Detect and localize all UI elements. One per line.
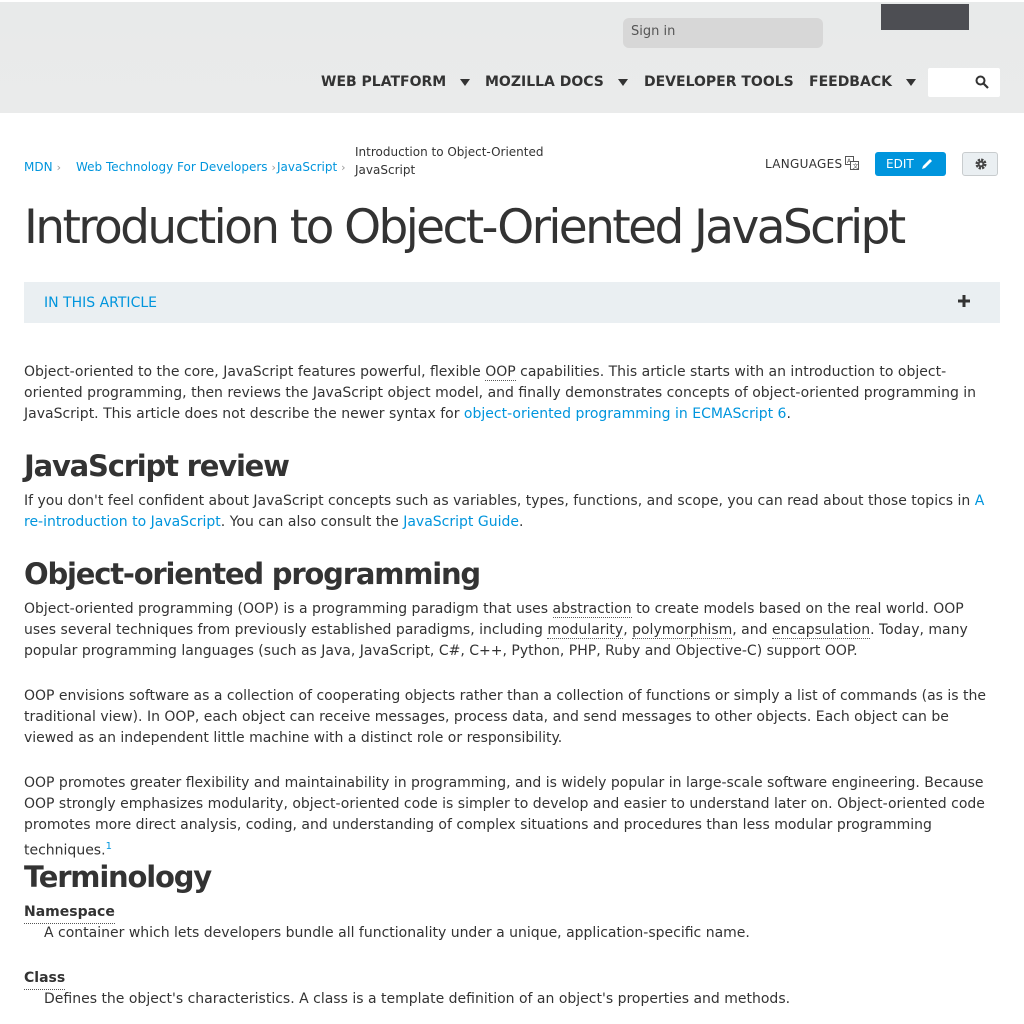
intro-paragraph: Object-oriented to the core, JavaScript …: [24, 362, 1000, 425]
breadcrumb-label[interactable]: Web Technology For Developers: [76, 160, 268, 174]
heading-terminology: Terminology: [24, 860, 212, 894]
mozilla-tab[interactable]: [881, 4, 969, 30]
site-header: Sign in WEB PLATFORM MOZILLA DOCS DEVELO…: [0, 0, 1024, 113]
review-paragraph: If you don't feel confident about JavaSc…: [24, 491, 1000, 533]
page-title: Introduction to Object-Oriented JavaScri…: [24, 200, 906, 255]
text: If you don't feel confident about JavaSc…: [24, 493, 975, 509]
oop-paragraph-1: Object-oriented programming (OOP) is a p…: [24, 599, 1000, 662]
footnote-link[interactable]: 1: [106, 841, 112, 852]
nav-developer-tools[interactable]: DEVELOPER TOOLS: [644, 74, 794, 90]
term-modularity: modularity: [547, 622, 624, 639]
term-namespace: Namespace: [24, 902, 115, 924]
breadcrumb-label[interactable]: JavaScript: [277, 160, 337, 174]
caret-down-icon: [617, 78, 628, 86]
term-encapsulation: encapsulation: [771, 622, 871, 639]
link-javascript-guide[interactable]: JavaScript Guide: [403, 514, 519, 530]
chevron-right-icon: ›: [271, 161, 276, 174]
breadcrumb-link-javascript[interactable]: JavaScript ›: [277, 160, 346, 174]
breadcrumb-link-mdn[interactable]: MDN ›: [24, 160, 61, 174]
search-input[interactable]: [928, 68, 1000, 97]
caret-down-icon: [460, 78, 471, 86]
term-polymorphism: polymorphism: [632, 622, 733, 639]
term-class: Class: [24, 968, 66, 990]
nav-label: WEB PLATFORM: [321, 74, 447, 90]
nav-web-platform[interactable]: WEB PLATFORM: [321, 74, 471, 90]
breadcrumb-label[interactable]: MDN: [24, 160, 53, 174]
search-icon[interactable]: [975, 75, 989, 89]
toc-label[interactable]: IN THIS ARTICLE: [44, 295, 157, 311]
definition-namespace: A container which lets developers bundle…: [44, 925, 750, 941]
edit-button[interactable]: EDIT: [875, 152, 946, 176]
nav-feedback[interactable]: FEEDBACK: [809, 74, 916, 90]
nav-label: FEEDBACK: [809, 74, 892, 90]
text: .: [786, 406, 791, 422]
gear-icon: [975, 158, 987, 170]
heading-javascript-review: JavaScript review: [24, 449, 290, 483]
pencil-icon: [922, 159, 932, 169]
plus-icon[interactable]: [957, 294, 971, 308]
text: .: [518, 514, 524, 530]
chevron-right-icon: ›: [341, 161, 346, 174]
sign-in-label: Sign in: [631, 24, 676, 39]
table-of-contents[interactable]: IN THIS ARTICLE: [24, 282, 1000, 323]
chevron-right-icon: ›: [56, 161, 61, 174]
settings-button[interactable]: [962, 152, 998, 176]
text: OOP promotes greater flexibility and mai…: [24, 775, 985, 859]
nav-mozilla-docs[interactable]: MOZILLA DOCS: [485, 74, 628, 90]
breadcrumb-link-web-tech[interactable]: Web Technology For Developers ›: [76, 160, 276, 174]
oop-paragraph-2: OOP envisions software as a collection o…: [24, 688, 987, 746]
edit-label: EDIT: [886, 157, 914, 171]
term-abstraction: abstraction: [552, 601, 632, 618]
sign-in-field[interactable]: Sign in: [623, 18, 823, 48]
abbr-oop: OOP: [485, 364, 516, 381]
text: , and: [732, 622, 772, 638]
text: ,: [623, 622, 633, 638]
translate-icon[interactable]: A 文: [845, 156, 859, 170]
heading-oop: Object-oriented programming: [24, 557, 481, 591]
nav-label: MOZILLA DOCS: [485, 74, 604, 90]
definition-class: Defines the object's characteristics. A …: [44, 991, 791, 1007]
text: Object-oriented programming (OOP) is a p…: [24, 601, 553, 617]
text: . You can also consult the: [220, 514, 404, 530]
text: Object-oriented to the core, JavaScript …: [24, 364, 486, 380]
nav-label: DEVELOPER TOOLS: [644, 74, 794, 90]
svg-text:文: 文: [853, 163, 859, 171]
caret-down-icon: [905, 78, 916, 86]
link-oop-es6[interactable]: object-oriented programming in ECMAScrip…: [464, 406, 787, 422]
breadcrumb-current: Introduction to Object-Oriented JavaScri…: [355, 145, 544, 177]
languages-button[interactable]: LANGUAGES: [765, 157, 842, 171]
oop-paragraph-3: OOP promotes greater flexibility and mai…: [24, 773, 1000, 862]
